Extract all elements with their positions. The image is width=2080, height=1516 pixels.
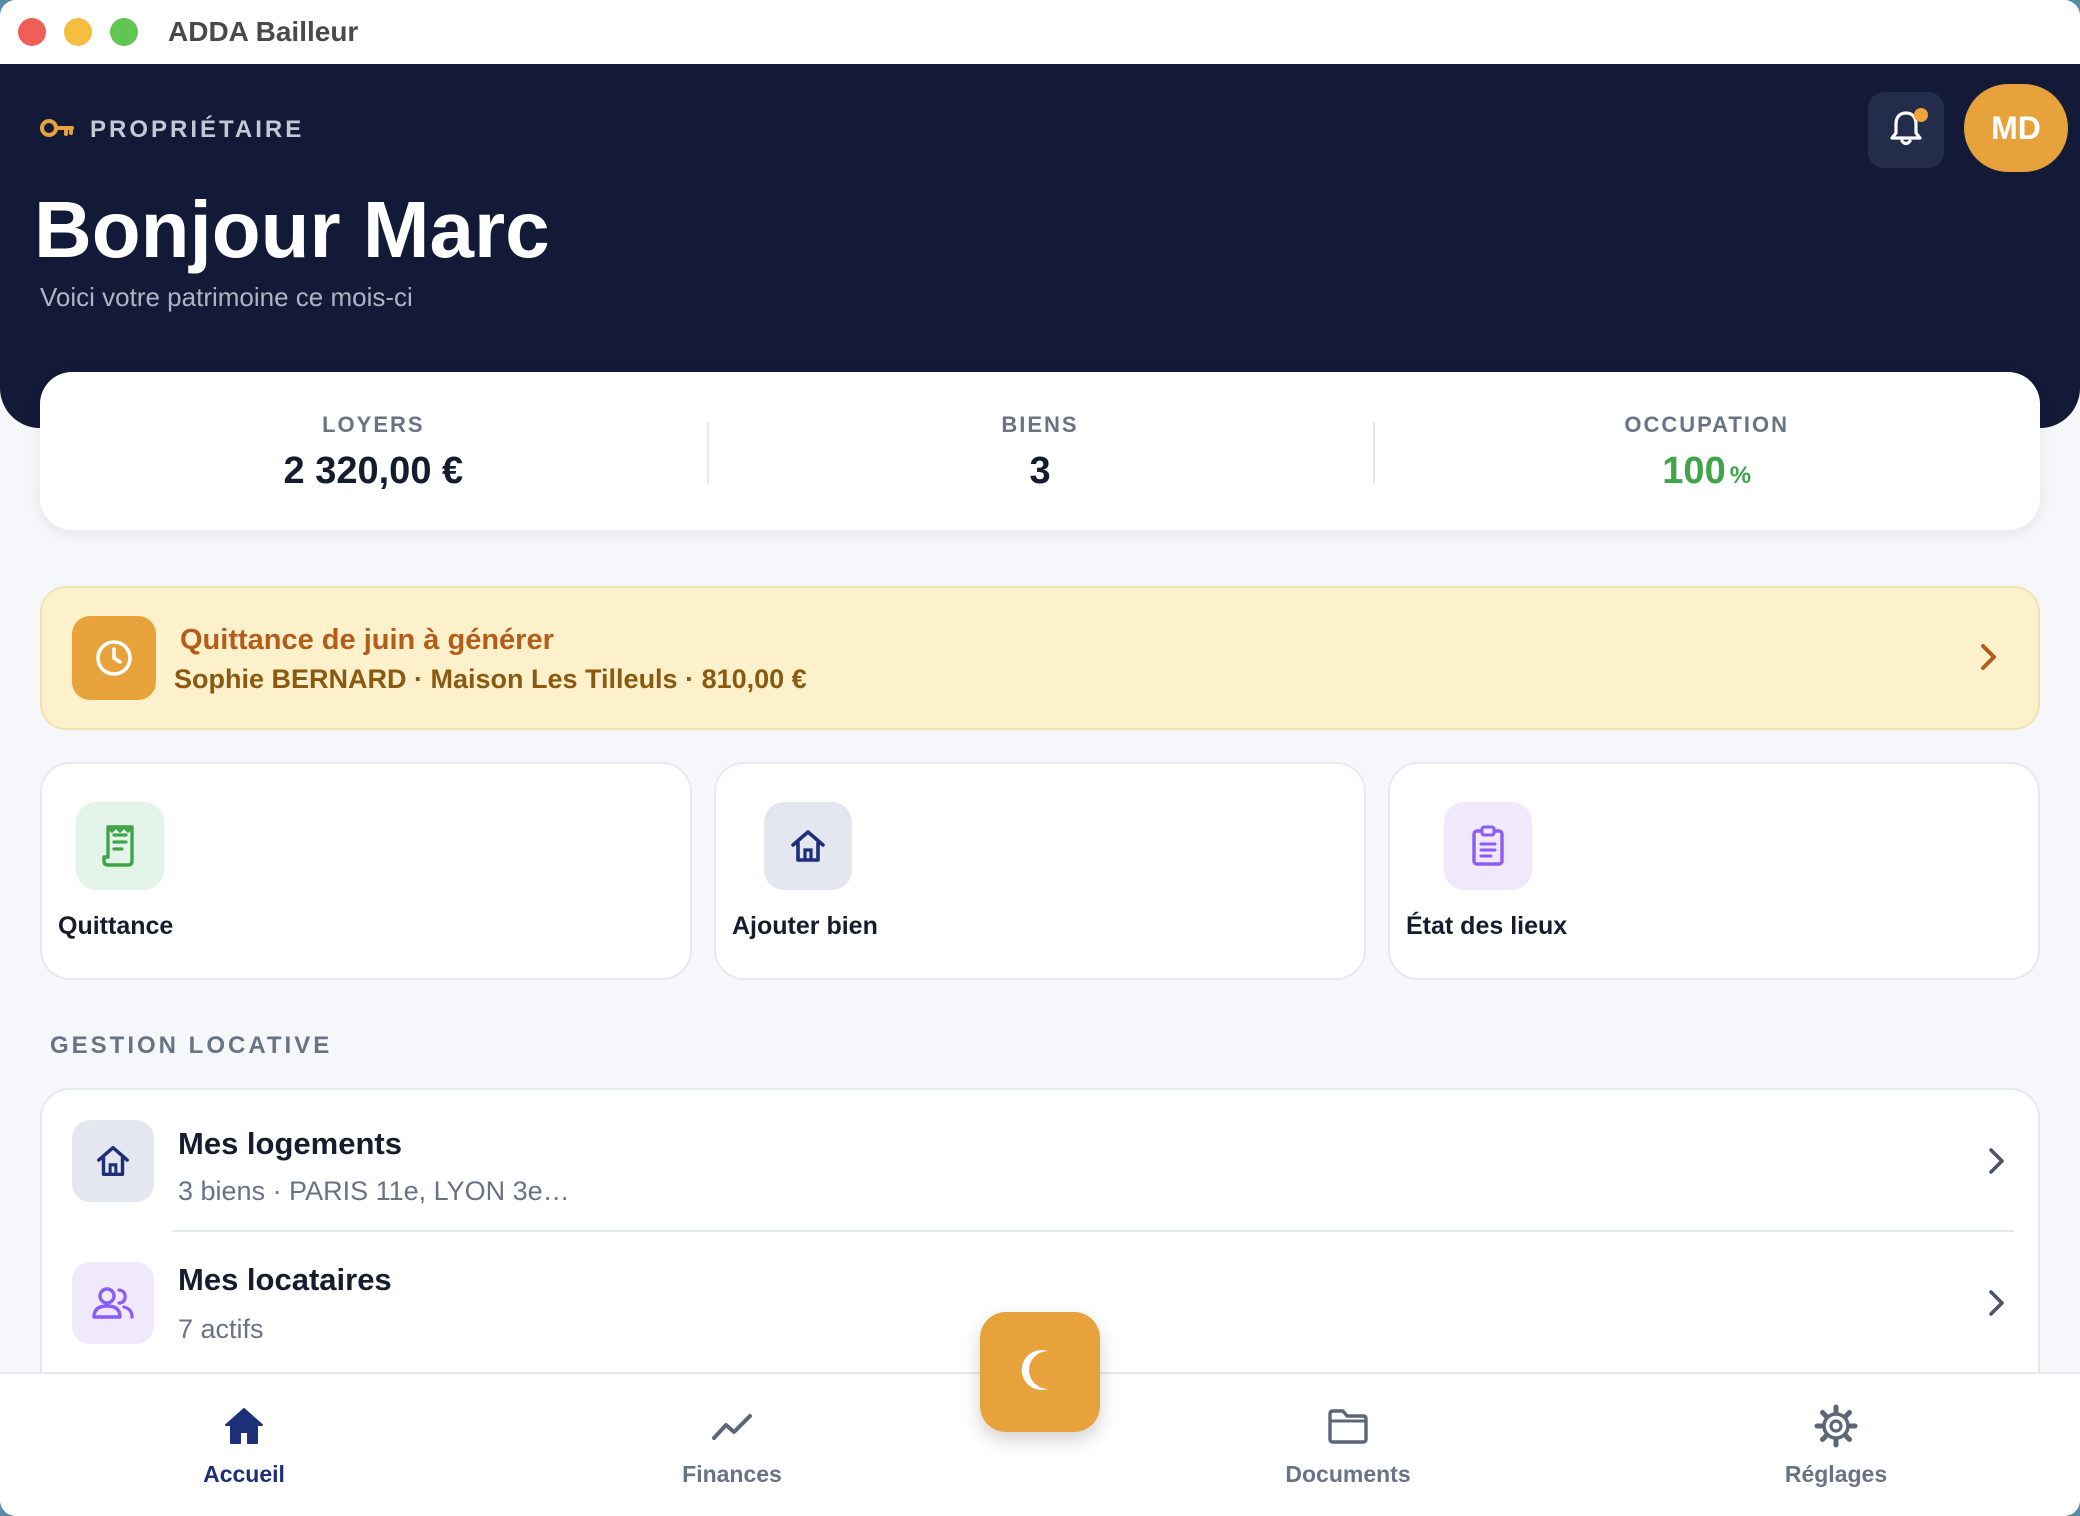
stats-card: LOYERS 2 320,00 € BIENS 3 OCCUPATION 100… [40, 372, 2040, 530]
list-item-properties-title: Mes logements [178, 1126, 402, 1161]
trend-chart-icon [710, 1404, 754, 1453]
stat-occupancy-unit: % [1729, 462, 1752, 489]
chevron-right-icon [1986, 1146, 2008, 1181]
title-bar: ADDA Bailleur [0, 0, 2080, 64]
gear-icon [1814, 1404, 1858, 1453]
folder-icon [1326, 1404, 1370, 1453]
app-title: ADDA Bailleur [168, 16, 359, 47]
home-icon [764, 802, 852, 890]
stat-properties: BIENS 3 [706, 372, 1374, 530]
stat-rent-label: LOYERS [322, 412, 425, 437]
action-add-property-label: Ajouter bien [732, 912, 878, 940]
avatar[interactable]: MD [1964, 84, 2068, 172]
action-receipt-button[interactable]: Quittance [40, 762, 692, 980]
stat-properties-label: BIENS [1001, 412, 1079, 437]
avatar-initials: MD [1991, 109, 2041, 146]
stat-properties-value: 3 [1029, 450, 1051, 492]
list-item-properties-subtitle: 3 biens · PARIS 11e, LYON 3e… [178, 1176, 570, 1206]
stat-occupancy-label: OCCUPATION [1624, 412, 1789, 437]
greeting-title: Bonjour Marc [34, 185, 550, 274]
role-indicator: PROPRIÉTAIRE [40, 116, 304, 144]
list-item-properties[interactable]: Mes logements 3 biens · PARIS 11e, LYON … [42, 1090, 2038, 1232]
stat-occupancy-value-wrap: 100% [1662, 450, 1751, 493]
stat-rent-value: 2 320,00 € [283, 450, 464, 492]
tab-documents-label: Documents [1285, 1461, 1411, 1487]
maximize-window-button[interactable] [110, 18, 138, 46]
home-filled-icon [222, 1404, 266, 1453]
alert-subtitle: Sophie BERNARD · Maison Les Tilleuls · 8… [174, 664, 807, 694]
stat-rent: LOYERS 2 320,00 € [40, 372, 707, 530]
alert-title: Quittance de juin à générer [180, 624, 554, 656]
notifications-button[interactable] [1868, 92, 1944, 168]
clock-icon [72, 616, 156, 700]
receipt-icon [76, 802, 164, 890]
chevron-right-icon [1986, 1288, 2008, 1323]
list-item-tenants-title: Mes locataires [178, 1262, 392, 1297]
dark-mode-toggle-button[interactable] [980, 1312, 1100, 1432]
tab-settings[interactable]: Réglages [1736, 1404, 1936, 1488]
role-label: PROPRIÉTAIRE [90, 116, 305, 143]
key-icon [40, 118, 74, 143]
clipboard-icon [1444, 802, 1532, 890]
users-icon [72, 1262, 154, 1344]
tab-settings-label: Réglages [1784, 1461, 1888, 1487]
stat-occupancy-value: 100 [1662, 450, 1726, 492]
action-receipt-label: Quittance [58, 912, 174, 940]
receipt-reminder-alert[interactable]: Quittance de juin à générer Sophie BERNA… [40, 586, 2040, 730]
notification-badge [1914, 108, 1928, 122]
stat-occupancy: OCCUPATION 100% [1373, 372, 2040, 530]
greeting-subtitle: Voici votre patrimoine ce mois-ci [40, 282, 413, 312]
home-icon [72, 1120, 154, 1202]
close-window-button[interactable] [18, 18, 46, 46]
tab-finances-label: Finances [682, 1461, 782, 1487]
chevron-right-icon [1978, 642, 2000, 677]
moon-icon [1015, 1345, 1065, 1400]
tab-finances[interactable]: Finances [632, 1404, 832, 1488]
section-title: GESTION LOCATIVE [50, 1032, 333, 1059]
action-inventory-label: État des lieux [1406, 912, 1568, 940]
tab-documents[interactable]: Documents [1248, 1404, 1448, 1488]
action-add-property-button[interactable]: Ajouter bien [714, 762, 1366, 980]
tab-home[interactable]: Accueil [144, 1404, 344, 1488]
app-window: ADDA Bailleur PROPRIÉTAIRE Bonjour Marc … [0, 0, 2080, 1516]
list-item-tenants-subtitle: 7 actifs [178, 1314, 264, 1344]
action-inventory-button[interactable]: État des lieux [1388, 762, 2040, 980]
tab-home-label: Accueil [203, 1461, 285, 1487]
minimize-window-button[interactable] [64, 18, 92, 46]
